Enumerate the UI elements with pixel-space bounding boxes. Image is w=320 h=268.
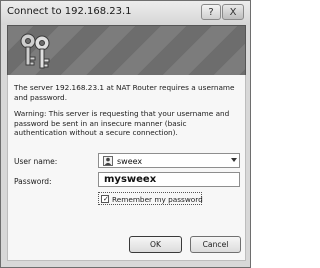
ok-button[interactable]: OK (129, 236, 182, 253)
warning-message: Warning: This server is requesting that … (14, 109, 230, 137)
dialog-content: The server 192.168.23.1 at NAT Router re… (7, 75, 246, 261)
cancel-button[interactable]: Cancel (190, 236, 241, 253)
window-title: Connect to 192.168.23.1 (7, 6, 132, 17)
password-label: Password: (14, 177, 52, 186)
dialog-banner (7, 25, 246, 77)
server-message: The server 192.168.23.1 at NAT Router re… (14, 83, 235, 102)
user-icon (103, 156, 113, 166)
username-combobox[interactable]: sweex (98, 153, 240, 168)
help-button[interactable]: ? (201, 4, 221, 20)
check-icon: ✓ (103, 195, 109, 203)
username-label: User name: (14, 157, 58, 166)
password-value: mysweex (104, 174, 157, 185)
keys-icon (20, 33, 50, 69)
password-field[interactable]: mysweex (98, 172, 240, 187)
remember-password-checkbox[interactable]: ✓ Remember my password (98, 192, 203, 205)
remember-password-label: Remember my password (112, 195, 203, 204)
chevron-down-icon[interactable] (231, 158, 237, 162)
close-button[interactable]: X (222, 4, 244, 20)
remember-checkbox-box[interactable]: ✓ (101, 195, 109, 203)
title-bar[interactable]: Connect to 192.168.23.1 ? X (1, 1, 250, 25)
username-value: sweex (117, 157, 143, 166)
connect-dialog: Connect to 192.168.23.1 ? X The server 1… (0, 0, 251, 268)
